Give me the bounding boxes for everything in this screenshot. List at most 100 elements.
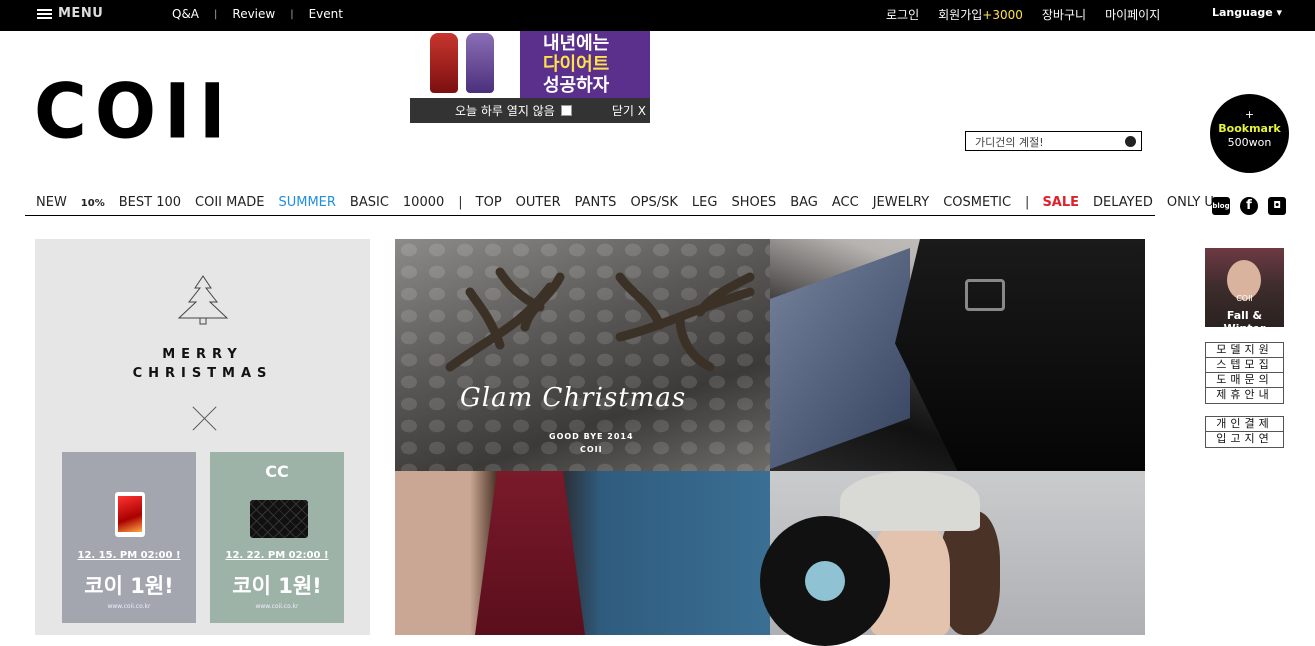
- top-links: Q&A | Review | Event: [172, 7, 343, 21]
- tree-icon: [177, 275, 229, 325]
- dont-show-checkbox[interactable]: [560, 105, 572, 116]
- promo-date: 12. 15. PM 02:00 !: [77, 550, 181, 561]
- bookmark-price: 500won: [1227, 136, 1272, 149]
- site-logo[interactable]: COII: [34, 73, 234, 149]
- chanel-icon: CC: [265, 462, 289, 481]
- join-bonus: +3000: [982, 8, 1023, 22]
- promo-card-chanel[interactable]: CC 12. 22. PM 02:00 ! 코이 1원! www.coii.co…: [210, 452, 344, 623]
- fw-brand: COII: [1236, 294, 1253, 303]
- nav-item-leg[interactable]: LEG: [692, 195, 718, 210]
- nav-item-cosmetic[interactable]: COSMETIC: [943, 195, 1011, 210]
- nav-item-summer[interactable]: SUMMER: [278, 195, 335, 210]
- nav-item-10000[interactable]: 10000: [403, 195, 444, 210]
- nav-separator: |: [458, 195, 463, 210]
- cart-link[interactable]: 장바구니: [1042, 6, 1086, 23]
- nav-separator: |: [1025, 195, 1030, 210]
- join-label: 회원가입: [938, 8, 983, 22]
- separator: |: [214, 8, 218, 20]
- qna-link[interactable]: Q&A: [172, 7, 199, 21]
- bookmark-label: Bookmark: [1218, 122, 1281, 135]
- search-placeholder: 가디건의 계절!: [975, 136, 1044, 149]
- facebook-icon[interactable]: f: [1240, 197, 1258, 215]
- separator: |: [290, 8, 294, 20]
- hamburger-icon: [37, 8, 52, 20]
- fall-winter-banner[interactable]: COII Fall & Winter: [1205, 248, 1284, 327]
- promo-url: www.coii.co.kr: [255, 603, 299, 610]
- banner-line2: 다이어트: [543, 54, 610, 75]
- menu-label: MENU: [58, 6, 104, 21]
- christmas-label: CHRISTMAS: [132, 366, 273, 381]
- nav-item-top[interactable]: TOP: [476, 195, 502, 210]
- hero-image-record-girl[interactable]: [760, 471, 1145, 646]
- clutch-image: [250, 500, 308, 538]
- nav-new-badge: 10%: [80, 198, 105, 209]
- goodbye-text: GOOD BYE 2014: [549, 432, 634, 441]
- banner-product-image[interactable]: [410, 31, 520, 98]
- category-nav: NEW 10% BEST 100 COII MADE SUMMER BASIC 1…: [25, 190, 1214, 216]
- nav-item-coii-made[interactable]: COII MADE: [195, 195, 264, 210]
- menu-button[interactable]: MENU: [37, 6, 103, 21]
- nav-item-pants[interactable]: PANTS: [575, 195, 617, 210]
- nav-item-only-u[interactable]: ONLY U: [1167, 195, 1214, 210]
- tablet-image: [115, 492, 145, 537]
- mypage-link[interactable]: 마이페이지: [1105, 6, 1160, 23]
- banner-line1: 내년에는: [543, 33, 610, 54]
- nav-item-bag[interactable]: BAG: [790, 195, 818, 210]
- hero-image-red-dress[interactable]: [395, 471, 770, 635]
- side-item-partner[interactable]: 제휴안내: [1206, 388, 1283, 403]
- side-item-payment[interactable]: 개인결제: [1206, 417, 1283, 432]
- sns-links: blog f ◘: [1212, 197, 1286, 215]
- account-links: 로그인 회원가입+3000 장바구니 마이페이지: [886, 6, 1160, 23]
- glam-christmas-title: Glam Christmas: [460, 383, 687, 413]
- side-item-model[interactable]: 모델지원: [1206, 343, 1283, 358]
- banner-controls: 오늘 하루 열지 않음 닫기 X: [410, 98, 650, 123]
- side-menu-2: 개인결제 입고지연: [1205, 416, 1284, 448]
- language-select[interactable]: Language ▾: [1212, 6, 1282, 19]
- blog-icon[interactable]: blog: [1212, 197, 1230, 215]
- nav-new-label: NEW: [36, 195, 67, 210]
- popup-banner: 내년에는 다이어트 성공하자 오늘 하루 열지 않음 닫기 X: [410, 31, 650, 123]
- nav-item-basic[interactable]: BASIC: [350, 195, 389, 210]
- promo-date: 12. 22. PM 02:00 !: [225, 550, 329, 561]
- side-item-staff[interactable]: 스텝모집: [1206, 358, 1283, 373]
- antler-image: [445, 267, 755, 372]
- join-link[interactable]: 회원가입+3000: [938, 6, 1023, 23]
- login-link[interactable]: 로그인: [886, 6, 919, 23]
- search-input[interactable]: 가디건의 계절!: [965, 131, 1142, 151]
- hero-image-leather-skirt[interactable]: [770, 239, 1145, 471]
- side-item-wholesale[interactable]: 도매문의: [1206, 373, 1283, 388]
- banner-text[interactable]: 내년에는 다이어트 성공하자: [520, 31, 650, 98]
- banner-line3: 성공하자: [543, 75, 610, 96]
- side-item-delay[interactable]: 입고지연: [1206, 432, 1283, 447]
- review-link[interactable]: Review: [232, 7, 275, 21]
- nav-item-shoes[interactable]: SHOES: [731, 195, 776, 210]
- nav-item-sale[interactable]: SALE: [1042, 195, 1079, 210]
- goodbye-caption: GOOD BYE 2014 COII: [549, 430, 634, 456]
- event-link[interactable]: Event: [309, 7, 343, 21]
- banner-close-button[interactable]: 닫기 X: [612, 102, 646, 119]
- search-icon[interactable]: [1125, 136, 1136, 147]
- nav-item-ops-sk[interactable]: OPS/SK: [630, 195, 677, 210]
- nav-item-outer[interactable]: OUTER: [516, 195, 561, 210]
- cross-icon: [192, 405, 218, 431]
- promo-price: 코이 1원!: [232, 574, 322, 598]
- nav-item-jewelry[interactable]: JEWELRY: [873, 195, 930, 210]
- nav-item-delayed[interactable]: DELAYED: [1093, 195, 1153, 210]
- merry-label: MERRY: [162, 347, 243, 362]
- top-bar: MENU Q&A | Review | Event 로그인 회원가입+3000 …: [0, 0, 1315, 31]
- instagram-icon[interactable]: ◘: [1268, 197, 1286, 215]
- christmas-promo[interactable]: MERRY CHRISTMAS 12. 15. PM 02:00 ! 코이 1원…: [35, 239, 370, 635]
- nav-item-best[interactable]: BEST 100: [119, 195, 181, 210]
- promo-price: 코이 1원!: [84, 574, 174, 598]
- merry-christmas-text: MERRY CHRISTMAS: [35, 345, 370, 383]
- fw-title: Fall & Winter: [1224, 309, 1266, 327]
- promo-url: www.coii.co.kr: [107, 603, 151, 610]
- nav-item-new[interactable]: NEW 10%: [36, 195, 105, 210]
- promo-card-ipad[interactable]: 12. 15. PM 02:00 ! 코이 1원! www.coii.co.kr: [62, 452, 196, 623]
- dont-show-label: 오늘 하루 열지 않음: [455, 104, 555, 118]
- hero-brand: COII: [579, 445, 603, 454]
- bookmark-plus-icon: +: [1244, 108, 1255, 121]
- side-menu-1: 모델지원 스텝모집 도매문의 제휴안내: [1205, 342, 1284, 404]
- bookmark-button[interactable]: + Bookmark 500won: [1210, 94, 1289, 173]
- nav-item-acc[interactable]: ACC: [832, 195, 859, 210]
